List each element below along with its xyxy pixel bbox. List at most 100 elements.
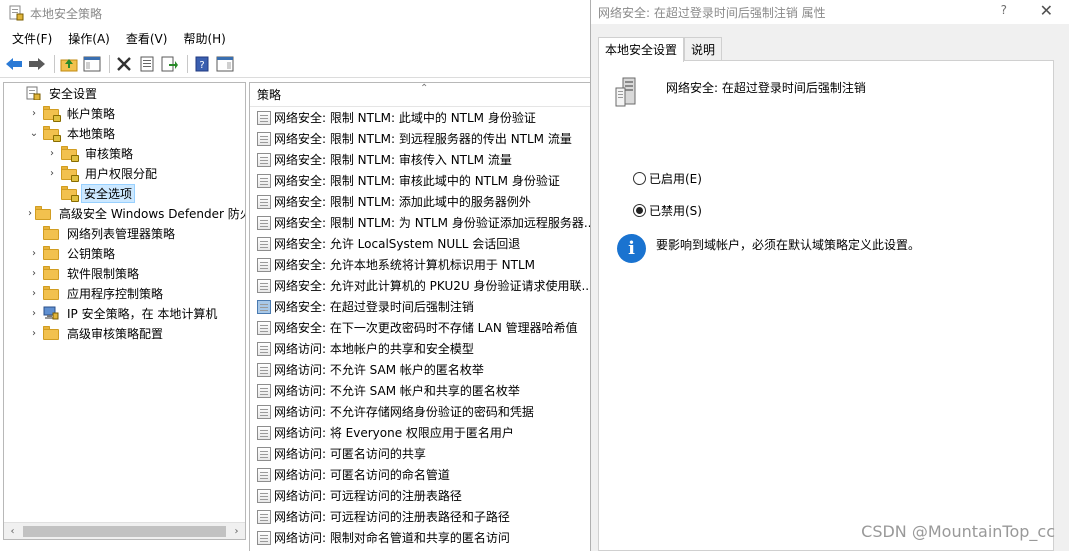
tree-item[interactable]: 安全选项 — [4, 183, 245, 203]
policy-list-item[interactable]: 网络访问: 将 Everyone 权限应用于匿名用户 — [250, 422, 590, 443]
policy-document-icon — [257, 404, 271, 419]
policy-list-item[interactable]: 网络安全: 限制 NTLM: 添加此域中的服务器例外 — [250, 191, 590, 212]
policy-list-item-label: 网络安全: 在超过登录时间后强制注销 — [274, 300, 474, 314]
chevron-right-icon[interactable]: › — [28, 107, 40, 119]
folder-icon — [43, 226, 59, 240]
tree-item-label: 安全选项 — [81, 183, 136, 203]
tab-local-security-setting[interactable]: 本地安全设置 — [598, 37, 685, 62]
folder-icon — [43, 266, 59, 280]
policy-list-item-label: 网络安全: 限制 NTLM: 为 NTLM 身份验证添加远程服务器... — [274, 216, 590, 230]
help-book-icon[interactable]: ? — [192, 54, 212, 74]
tree-item[interactable]: › IP 安全策略，在 本地计算机 — [4, 303, 245, 323]
folder-icon — [35, 206, 51, 220]
tree-item[interactable]: › 高级安全 Windows Defender 防火墙 — [4, 203, 245, 223]
toolbar-separator — [54, 54, 55, 73]
folder-icon — [43, 246, 59, 260]
scroll-right-arrow-icon[interactable]: › — [228, 523, 245, 540]
tree-item[interactable]: › 公钥策略 — [4, 243, 245, 263]
policy-list-item-label: 网络访问: 可远程访问的注册表路径 — [274, 489, 462, 503]
policy-list-item-label: 网络访问: 可远程访问的注册表路径和子路径 — [274, 510, 510, 524]
chevron-right-icon[interactable]: › — [28, 267, 40, 279]
folder-icon — [43, 286, 59, 300]
help-button[interactable]: ? — [1001, 3, 1007, 17]
panes: 安全设置 › 帐户策略 ⌄ 本地策略 › 审核策略 › 用户权限分配安全选项 › 高级安全 Wind… — [0, 80, 590, 551]
tree-item[interactable]: › 帐户策略 — [4, 103, 245, 123]
forward-arrow-icon[interactable] — [27, 54, 47, 74]
show-action-pane-icon[interactable] — [215, 54, 235, 74]
policy-list-item[interactable]: 网络安全: 在下一次更改密码时不存储 LAN 管理器哈希值 — [250, 317, 590, 338]
tree-item[interactable]: ⌄ 本地策略 — [4, 123, 245, 143]
svg-text:?: ? — [199, 60, 204, 71]
tree-horizontal-scrollbar[interactable]: ‹ › — [4, 522, 245, 539]
show-hide-tree-icon[interactable] — [82, 54, 102, 74]
policy-list-item[interactable]: 网络访问: 不允许 SAM 帐户的匿名枚举 — [250, 359, 590, 380]
policy-list-item[interactable]: 网络访问: 可远程访问的注册表路径 — [250, 485, 590, 506]
chevron-right-icon[interactable]: › — [28, 207, 32, 219]
policy-list-item[interactable]: 网络安全: 限制 NTLM: 为 NTLM 身份验证添加远程服务器... — [250, 212, 590, 233]
back-arrow-icon[interactable] — [4, 54, 24, 74]
policy-list-item[interactable]: 网络访问: 本地帐户的共享和安全模型 — [250, 338, 590, 359]
tree-item[interactable]: › 高级审核策略配置 — [4, 323, 245, 343]
tree-rows: 安全设置 › 帐户策略 ⌄ 本地策略 › 审核策略 › 用户权限分配安全选项 › 高级安全 Wind… — [4, 83, 245, 343]
policy-document-icon — [257, 152, 271, 167]
tree-item-label: 用户权限分配 — [85, 166, 158, 181]
policy-list-item[interactable]: 网络安全: 限制 NTLM: 此域中的 NTLM 身份验证 — [250, 107, 590, 128]
menu-action[interactable]: 操作(A) — [60, 28, 118, 49]
export-list-icon[interactable] — [160, 54, 180, 74]
tree-item-label: IP 安全策略，在 本地计算机 — [67, 306, 218, 321]
main-window-title: 本地安全策略 — [30, 6, 103, 21]
policy-list-item[interactable]: 网络访问: 不允许 SAM 帐户和共享的匿名枚举 — [250, 380, 590, 401]
tree-item-label: 审核策略 — [85, 146, 134, 161]
folder-icon — [43, 326, 59, 340]
chevron-right-icon[interactable]: › — [46, 147, 58, 159]
policy-list-item[interactable]: 网络访问: 可匿名访问的共享 — [250, 443, 590, 464]
disabled-radio-option[interactable]: 已禁用(S) — [633, 202, 702, 219]
tab-explain[interactable]: 说明 — [684, 37, 723, 60]
policy-list-item[interactable]: 网络安全: 限制 NTLM: 审核此域中的 NTLM 身份验证 — [250, 170, 590, 191]
policy-document-icon — [257, 362, 271, 377]
blank-expander — [10, 87, 22, 99]
up-folder-icon[interactable] — [59, 54, 79, 74]
policy-list-item[interactable]: 网络访问: 不允许存储网络身份验证的密码和凭据 — [250, 401, 590, 422]
policy-list-item[interactable]: 网络安全: 允许 LocalSystem NULL 会话回退 — [250, 233, 590, 254]
chevron-down-icon[interactable]: ⌄ — [28, 127, 40, 139]
chevron-right-icon[interactable]: › — [28, 247, 40, 259]
chevron-right-icon[interactable]: › — [28, 327, 40, 339]
menu-file[interactable]: 文件(F) — [4, 28, 60, 49]
scroll-left-arrow-icon[interactable]: ‹ — [4, 523, 21, 540]
policy-list-item-label: 网络访问: 不允许 SAM 帐户和共享的匿名枚举 — [274, 384, 520, 398]
delete-icon[interactable] — [114, 54, 134, 74]
policy-list-item[interactable]: 网络安全: 限制 NTLM: 到远程服务器的传出 NTLM 流量 — [250, 128, 590, 149]
policy-list-item[interactable]: 网络访问: 可远程访问的注册表路径和子路径 — [250, 506, 590, 527]
disabled-radio[interactable] — [633, 204, 646, 217]
properties-icon[interactable] — [137, 54, 157, 74]
tree-item[interactable]: 网络列表管理器策略 — [4, 223, 245, 243]
policy-list-item[interactable]: 网络安全: 允许对此计算机的 PKU2U 身份验证请求使用联... — [250, 275, 590, 296]
tree-item[interactable]: › 用户权限分配 — [4, 163, 245, 183]
policy-list-item[interactable]: 网络安全: 限制 NTLM: 审核传入 NTLM 流量 — [250, 149, 590, 170]
enabled-radio[interactable] — [633, 172, 646, 185]
enabled-radio-option[interactable]: 已启用(E) — [633, 170, 702, 187]
close-button[interactable]: ✕ — [1040, 1, 1053, 20]
policy-column-header[interactable]: 策略 ⌃ — [250, 83, 590, 107]
menu-help[interactable]: 帮助(H) — [175, 28, 233, 49]
policy-list-item[interactable]: 网络安全: 在超过登录时间后强制注销 — [250, 296, 590, 317]
tree-item[interactable]: 安全设置 — [4, 83, 245, 103]
toolbar: ? — [0, 50, 590, 78]
folder-lock-icon — [43, 126, 61, 142]
tree-item[interactable]: › 软件限制策略 — [4, 263, 245, 283]
tree-item-label: 应用程序控制策略 — [67, 286, 164, 301]
policy-document-icon — [257, 467, 271, 482]
local-security-policy-icon — [8, 5, 24, 21]
policy-list-item[interactable]: 网络访问: 限制对命名管道和共享的匿名访问 — [250, 527, 590, 548]
scrollbar-thumb[interactable] — [23, 525, 226, 537]
tree-item[interactable]: › 审核策略 — [4, 143, 245, 163]
chevron-right-icon[interactable]: › — [46, 167, 58, 179]
policy-list-item[interactable]: 网络访问: 可匿名访问的命名管道 — [250, 464, 590, 485]
policy-document-icon — [257, 446, 271, 461]
policy-list-item[interactable]: 网络安全: 允许本地系统将计算机标识用于 NTLM — [250, 254, 590, 275]
chevron-right-icon[interactable]: › — [28, 307, 40, 319]
chevron-right-icon[interactable]: › — [28, 287, 40, 299]
tree-item[interactable]: › 应用程序控制策略 — [4, 283, 245, 303]
menu-view[interactable]: 查看(V) — [118, 28, 176, 49]
